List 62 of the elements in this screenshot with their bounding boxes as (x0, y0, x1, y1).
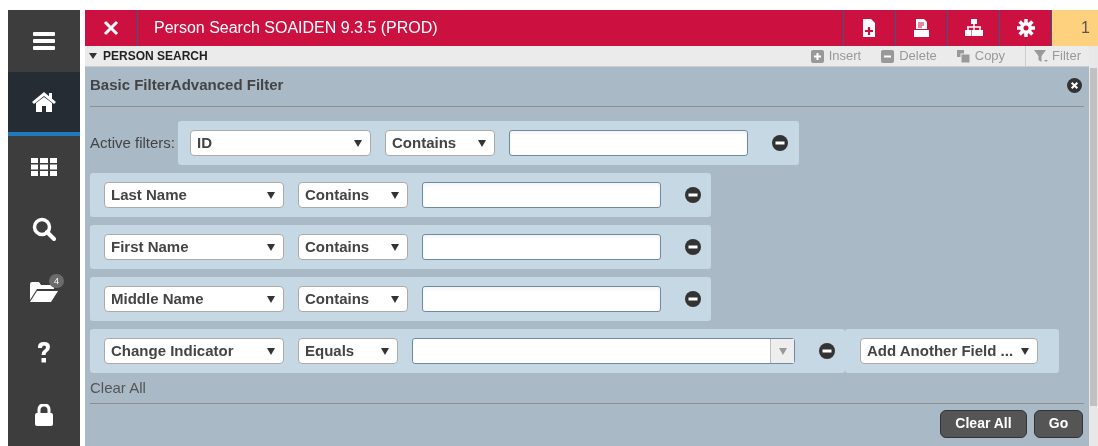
remove-icon[interactable] (685, 187, 701, 203)
value-input-field[interactable] (422, 234, 661, 260)
caret-icon (381, 347, 389, 355)
caret-icon (267, 191, 275, 199)
close-icon[interactable] (1067, 78, 1082, 93)
home-icon[interactable] (32, 92, 56, 112)
search-icon[interactable] (32, 217, 56, 241)
operator-select[interactable]: Contains (385, 130, 495, 156)
operator-select[interactable]: Contains (298, 234, 408, 260)
caret-icon (1021, 347, 1029, 355)
caret-icon (267, 295, 275, 303)
caret-icon (267, 347, 275, 355)
field-select[interactable]: ID (190, 130, 371, 156)
window-title: Person Search SOAIDEN 9.3.5 (PROD) (154, 18, 438, 38)
field-select[interactable]: Last Name (104, 182, 284, 208)
operator-select[interactable]: Contains (298, 182, 408, 208)
caret-icon (778, 347, 787, 355)
field-select[interactable]: Middle Name (104, 286, 284, 312)
value-combo-field[interactable] (412, 338, 795, 364)
remove-icon[interactable] (685, 291, 701, 307)
remove-icon[interactable] (819, 343, 835, 359)
plus-icon (810, 49, 825, 63)
sidebar-item[interactable]: 4 (8, 260, 80, 322)
document-icon (912, 19, 931, 37)
field-select[interactable]: Change Indicator (104, 338, 284, 364)
section-title: PERSON SEARCH (103, 48, 208, 65)
minus-icon (881, 49, 896, 63)
add-field-select[interactable]: Add Another Field ... (860, 338, 1038, 364)
caret-icon (391, 243, 399, 251)
apps-grid-icon[interactable] (31, 158, 57, 176)
menu-icon[interactable] (33, 32, 55, 50)
clear-all-button[interactable]: Clear All (940, 409, 1027, 438)
scrollbar[interactable] (1089, 46, 1098, 446)
value-input-field[interactable] (509, 130, 748, 156)
sidebar-item[interactable] (8, 72, 80, 136)
remove-icon[interactable] (772, 135, 788, 151)
help-icon[interactable] (37, 342, 51, 364)
operator-select[interactable]: Contains (298, 286, 408, 312)
clear-all-link[interactable]: Clear All (90, 377, 146, 400)
filter-tabs[interactable]: Basic FilterAdvanced Filter (90, 74, 284, 97)
copy-icon (956, 49, 971, 63)
go-button[interactable]: Go (1034, 409, 1083, 438)
caret-icon[interactable] (89, 53, 97, 59)
caret-icon (478, 139, 486, 147)
active-filters-label: Active filters: (90, 132, 177, 153)
caret-icon (267, 243, 275, 251)
caret-icon (391, 191, 399, 199)
caret-icon (391, 295, 399, 303)
folder-icon[interactable] (30, 280, 58, 302)
caret-icon (354, 139, 362, 147)
field-select[interactable]: First Name (104, 234, 284, 260)
remove-icon[interactable] (685, 239, 701, 255)
operator-select[interactable]: Equals (298, 338, 398, 364)
settings-icon (1016, 19, 1035, 37)
filter-icon (1034, 49, 1049, 63)
value-input-field[interactable] (422, 182, 661, 208)
value-input-field[interactable] (422, 286, 661, 312)
count-badge: 4 (49, 274, 64, 288)
notification-count[interactable]: 1 (1051, 10, 1098, 46)
hierarchy-icon (964, 19, 983, 37)
close-icon (103, 20, 119, 36)
lock-icon[interactable] (35, 404, 53, 426)
